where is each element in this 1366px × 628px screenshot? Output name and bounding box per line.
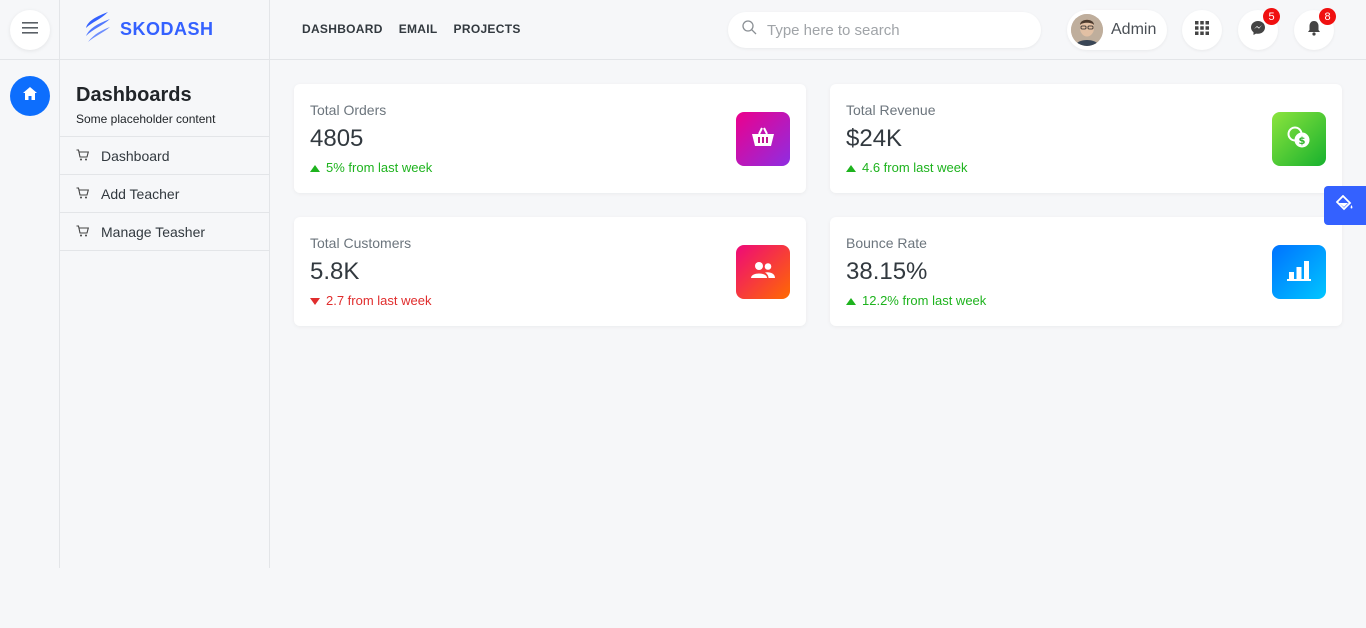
- bar-chart-icon: [1287, 259, 1311, 286]
- sidebar-item-label: Dashboard: [101, 147, 170, 164]
- user-menu[interactable]: Admin: [1067, 10, 1167, 50]
- sidebar-item-add-teacher[interactable]: Add Teacher: [60, 175, 269, 213]
- stat-trend-text: 5% from last week: [326, 160, 433, 175]
- search-box: [728, 12, 1041, 48]
- sidebar-item-label: Add Teacher: [101, 185, 180, 202]
- stat-icon-box: [1272, 245, 1326, 299]
- brand-name: SKODASH: [120, 19, 214, 39]
- stat-trend: 4.6 from last week: [846, 160, 968, 175]
- stat-icon-box: $: [1272, 112, 1326, 166]
- menu-toggle-button[interactable]: [10, 10, 50, 50]
- stat-label: Total Orders: [310, 102, 387, 118]
- grid-icon: [1195, 20, 1209, 40]
- stat-trend-text: 12.2% from last week: [862, 293, 987, 308]
- stat-trend: 2.7 from last week: [310, 293, 432, 308]
- caret-up-icon: [846, 160, 856, 175]
- users-icon: [751, 261, 775, 284]
- apps-button[interactable]: [1182, 10, 1222, 50]
- nav-link-email[interactable]: EMAIL: [399, 22, 438, 36]
- home-icon: [23, 87, 37, 105]
- caret-down-icon: [310, 293, 320, 308]
- stat-label: Total Revenue: [846, 102, 936, 118]
- search-icon: [742, 20, 757, 40]
- stat-trend-text: 4.6 from last week: [862, 160, 968, 175]
- basket-icon: [751, 127, 775, 152]
- bell-icon: [1307, 20, 1321, 41]
- stat-label: Total Customers: [310, 235, 412, 251]
- messenger-icon: [1250, 20, 1266, 41]
- sidebar-subtitle: Some placeholder content: [76, 112, 216, 126]
- sidebar-title: Dashboards: [76, 84, 192, 106]
- top-nav: DASHBOARD EMAIL PROJECTS: [302, 22, 521, 36]
- user-name: Admin: [1111, 21, 1157, 38]
- nav-link-dashboard[interactable]: DASHBOARD: [302, 22, 383, 36]
- cart-icon: [76, 224, 101, 240]
- stat-card-total-customers: Total Customers 5.8K 2.7 from last week: [294, 217, 806, 326]
- sidebar: SKODASH Dashboards Some placeholder cont…: [60, 0, 270, 568]
- home-button[interactable]: [10, 76, 50, 116]
- avatar: [1071, 14, 1103, 46]
- rail-divider: [0, 59, 60, 60]
- stat-card-total-revenue: Total Revenue $24K 4.6 from last week $: [830, 84, 1342, 193]
- caret-up-icon: [846, 293, 856, 308]
- stat-value: 4805: [310, 125, 364, 152]
- cart-icon: [76, 148, 101, 164]
- stat-card-bounce-rate: Bounce Rate 38.15% 12.2% from last week: [830, 217, 1342, 326]
- stat-value: 38.15%: [846, 258, 928, 285]
- money-icon: $: [1286, 125, 1312, 154]
- stat-value: $24K: [846, 125, 903, 152]
- stat-value: 5.8K: [310, 258, 360, 285]
- messages-badge: 5: [1263, 8, 1280, 25]
- sidebar-item-label: Manage Teasher: [101, 223, 206, 240]
- paint-bucket-icon: [1335, 194, 1354, 216]
- messages-button[interactable]: 5: [1238, 8, 1280, 50]
- notifications-badge: 8: [1319, 8, 1336, 25]
- notifications-button[interactable]: 8: [1294, 8, 1336, 50]
- nav-link-projects[interactable]: PROJECTS: [454, 22, 521, 36]
- sidebar-header: Dashboards Some placeholder content: [60, 60, 269, 137]
- stat-trend-text: 2.7 from last week: [326, 293, 432, 308]
- stat-label: Bounce Rate: [846, 235, 927, 251]
- stat-trend: 5% from last week: [310, 160, 432, 175]
- logo-icon: [82, 10, 114, 49]
- sidebar-item-dashboard[interactable]: Dashboard: [60, 137, 269, 175]
- cart-icon: [76, 186, 101, 202]
- stat-icon-box: [736, 112, 790, 166]
- stat-icon-box: [736, 245, 790, 299]
- stat-card-total-orders: Total Orders 4805 5% from last week: [294, 84, 806, 193]
- caret-up-icon: [310, 160, 320, 175]
- sidebar-item-manage-teasher[interactable]: Manage Teasher: [60, 213, 269, 251]
- search-input[interactable]: [767, 21, 1017, 39]
- theme-customizer-button[interactable]: [1324, 186, 1366, 225]
- brand[interactable]: SKODASH: [60, 0, 269, 60]
- hamburger-icon: [22, 21, 38, 40]
- stat-trend: 12.2% from last week: [846, 293, 986, 308]
- icon-rail: [0, 0, 60, 568]
- top-header: DASHBOARD EMAIL PROJECTS Admin: [270, 0, 1366, 60]
- svg-text:$: $: [1299, 136, 1306, 147]
